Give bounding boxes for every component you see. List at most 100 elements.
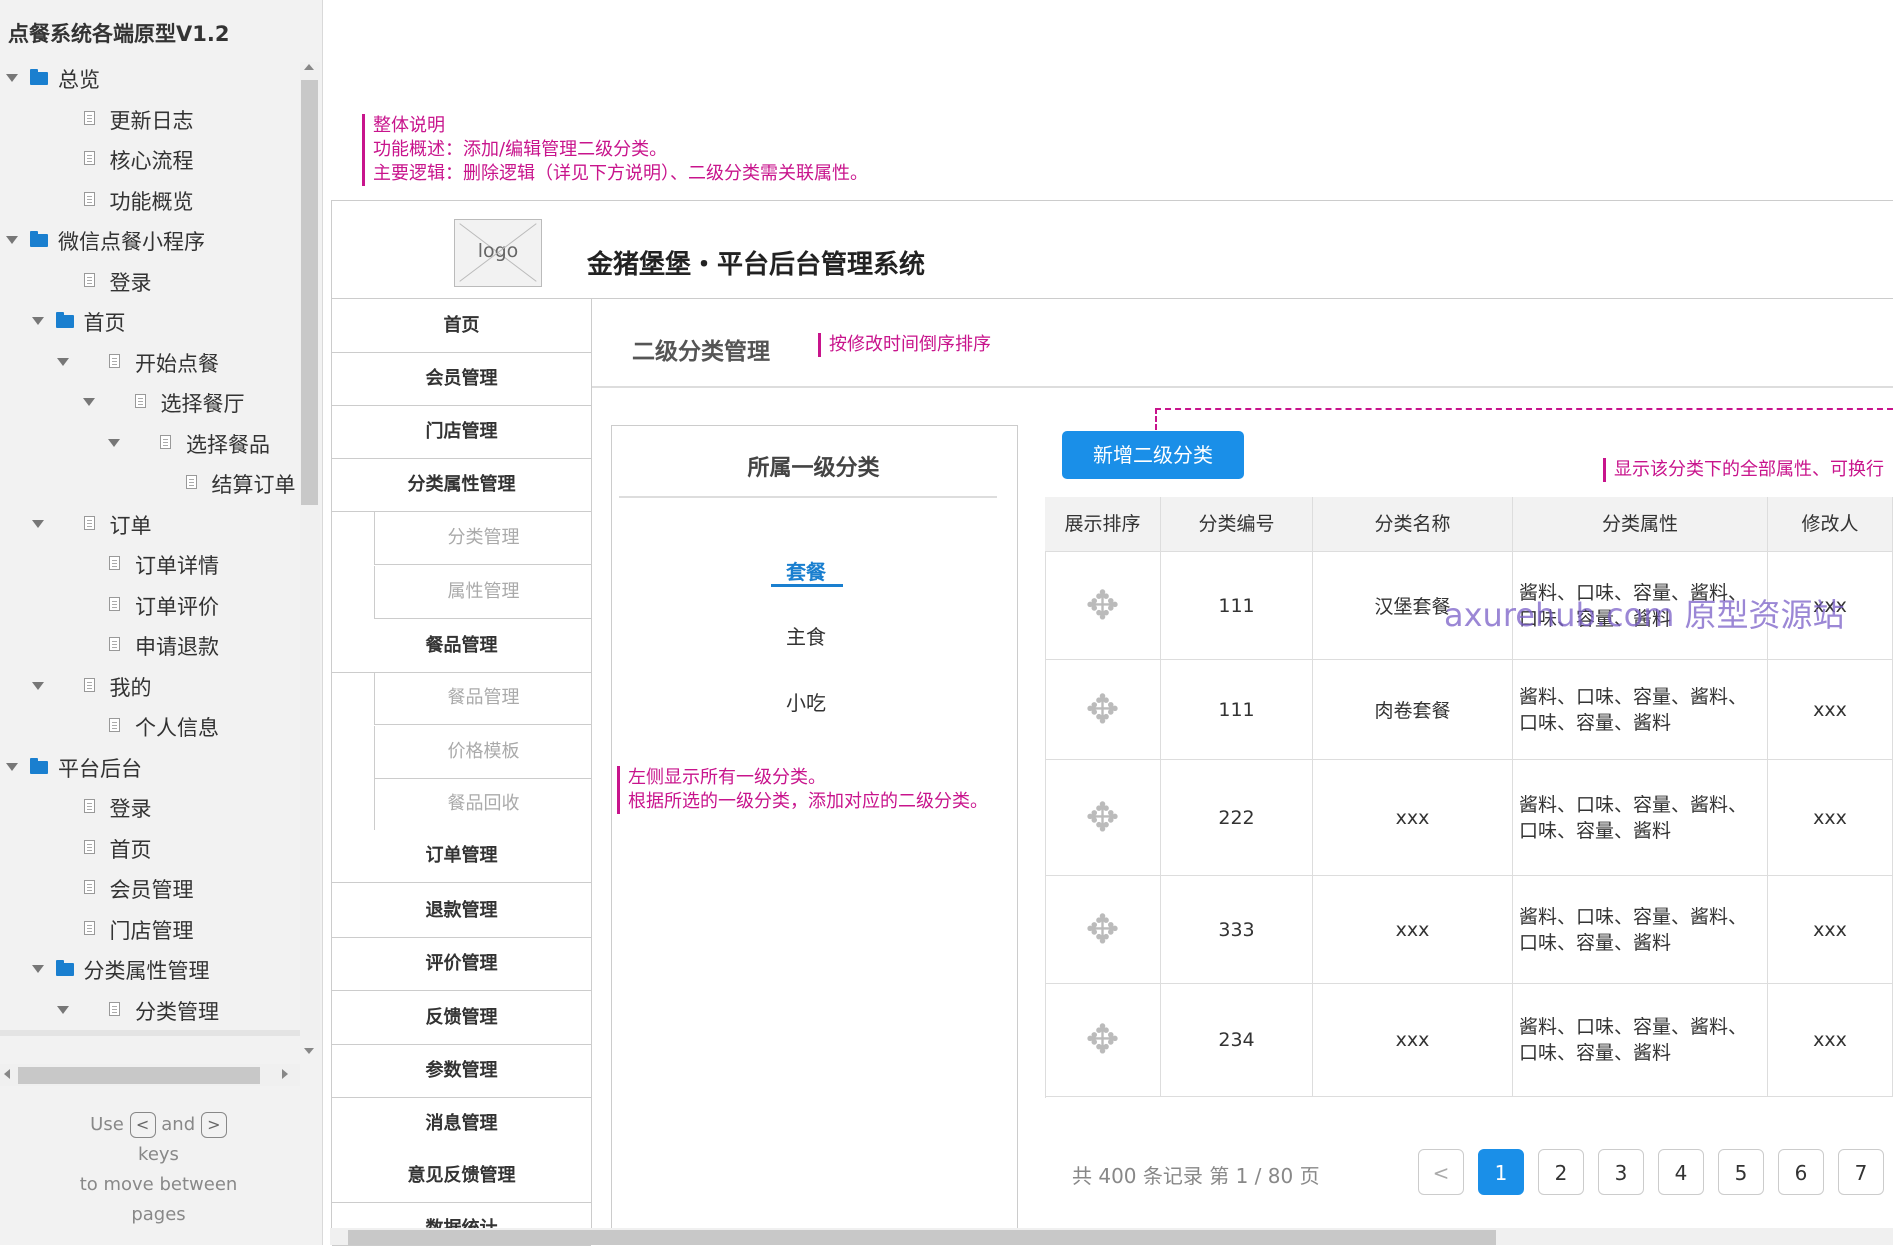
sitemap-item-label: 微信点餐小程序 xyxy=(58,230,205,254)
drag-handle-cell[interactable]: ✥ xyxy=(1045,552,1161,660)
expand-triangle-icon[interactable] xyxy=(31,681,44,690)
nav-item[interactable]: 反馈管理 xyxy=(332,992,591,1045)
drag-handle-cell[interactable]: ✥ xyxy=(1045,876,1161,984)
sitemap-item[interactable]: 申请退款 xyxy=(0,625,300,665)
scroll-right-arrow-icon[interactable] xyxy=(282,1069,288,1079)
sitemap-item[interactable]: 总览 xyxy=(0,58,300,98)
nav-item[interactable]: 退款管理 xyxy=(332,885,591,938)
sitemap-item[interactable]: 微信点餐小程序 xyxy=(0,220,300,260)
category-code-cell: 222 xyxy=(1161,760,1313,876)
sitemap-item-label: 订单详情 xyxy=(135,554,219,578)
expand-triangle-icon[interactable] xyxy=(6,74,18,82)
add-secondary-category-button[interactable]: 新增二级分类 xyxy=(1062,431,1244,479)
category-attrs-text: 酱料、口味、容量、酱料、 口味、容量、酱料 xyxy=(1519,1014,1747,1066)
sitemap-item[interactable]: 会员管理 xyxy=(0,868,300,908)
sitemap-item[interactable]: 核心流程 xyxy=(0,139,300,179)
category-attrs-text: 酱料、口味、容量、酱料、 口味、容量、酱料 xyxy=(1519,792,1747,844)
category-title-divider xyxy=(619,496,997,498)
pagination-page-button[interactable]: 5 xyxy=(1718,1149,1764,1195)
nav-item[interactable]: 分类属性管理 xyxy=(332,459,591,512)
scroll-left-arrow-icon[interactable] xyxy=(4,1069,10,1079)
nav-subitem[interactable]: 属性管理 xyxy=(374,566,592,619)
folder-icon xyxy=(55,312,74,328)
drag-handle-cell[interactable]: ✥ xyxy=(1045,660,1161,760)
nav-item[interactable]: 意见反馈管理 xyxy=(332,1150,591,1203)
category-code-cell: 111 xyxy=(1161,552,1313,660)
category-item-active[interactable]: 套餐 xyxy=(731,556,881,585)
annotation-connector xyxy=(1155,408,1893,410)
expand-triangle-icon[interactable] xyxy=(31,965,44,973)
sitemap-item[interactable]: 分类管理 xyxy=(0,990,300,1030)
scroll-up-arrow-icon[interactable] xyxy=(304,64,314,70)
sitemap-item[interactable]: 开始点餐 xyxy=(0,342,300,382)
page-icon xyxy=(83,151,95,165)
sitemap-item[interactable]: 登录 xyxy=(0,787,300,827)
page-icon xyxy=(83,880,95,894)
sitemap-item[interactable]: 门店管理 xyxy=(0,909,300,949)
move-handle-icon[interactable]: ✥ xyxy=(1086,586,1120,626)
overall-note-line: 功能概述：添加/编辑管理二级分类。 xyxy=(373,139,668,160)
attr-column-header: 分类属性 xyxy=(1513,497,1768,552)
sitemap-item[interactable]: 选择餐厅 xyxy=(0,382,300,422)
nav-subitem[interactable]: 分类管理 xyxy=(374,512,592,565)
nav-item[interactable]: 会员管理 xyxy=(332,353,591,406)
nav-subitem[interactable]: 餐品回收 xyxy=(374,778,592,831)
pagination-page-button[interactable]: 7 xyxy=(1838,1149,1884,1195)
pagination-page-button[interactable]: 6 xyxy=(1778,1149,1824,1195)
sitemap-item[interactable]: 首页 xyxy=(0,828,300,868)
sitemap-item[interactable]: 结算订单 xyxy=(0,463,300,503)
sitemap-item[interactable]: 平台后台 xyxy=(0,747,300,787)
expand-triangle-icon[interactable] xyxy=(6,236,18,244)
pagination-prev-button[interactable]: < xyxy=(1418,1149,1464,1195)
expand-triangle-icon[interactable] xyxy=(57,1005,69,1014)
category-item[interactable]: 小吃 xyxy=(731,687,881,716)
nav-item[interactable]: 餐品管理 xyxy=(332,620,591,673)
pagination-page-button[interactable]: 3 xyxy=(1598,1149,1644,1195)
sitemap-item[interactable]: 订单评价 xyxy=(0,585,300,625)
expand-triangle-icon[interactable] xyxy=(57,357,69,366)
expand-triangle-icon[interactable] xyxy=(82,398,95,406)
main-horizontal-scroll-thumb[interactable] xyxy=(348,1230,1496,1245)
sitemap-item[interactable]: 选择餐品 xyxy=(0,423,300,463)
sitemap-item[interactable]: 功能概览 xyxy=(0,180,300,220)
expand-triangle-icon[interactable] xyxy=(6,762,18,771)
category-item[interactable]: 主食 xyxy=(731,621,881,650)
nav-item[interactable]: 门店管理 xyxy=(332,406,591,459)
drag-handle-cell[interactable]: ✥ xyxy=(1045,760,1161,876)
nav-item[interactable]: 评价管理 xyxy=(332,938,591,991)
expand-triangle-icon[interactable] xyxy=(31,519,44,528)
nav-subitem[interactable]: 餐品管理 xyxy=(374,672,592,725)
move-handle-icon[interactable]: ✥ xyxy=(1086,1020,1120,1060)
sitemap-item[interactable]: 首页 xyxy=(0,301,300,341)
pagination-page-button[interactable]: 4 xyxy=(1658,1149,1704,1195)
title-divider xyxy=(592,386,1893,388)
pagination-page-button[interactable]: 1 xyxy=(1478,1149,1524,1195)
sitemap-item[interactable]: 二级分类 xyxy=(0,1030,300,1036)
move-handle-icon[interactable]: ✥ xyxy=(1086,910,1120,950)
nav-item[interactable]: 首页 xyxy=(332,300,591,353)
sitemap-horizontal-scroll-thumb[interactable] xyxy=(18,1067,260,1084)
nav-item[interactable]: 订单管理 xyxy=(332,830,591,883)
nav-item[interactable]: 参数管理 xyxy=(332,1045,591,1098)
move-handle-icon[interactable]: ✥ xyxy=(1086,690,1120,730)
left-key-icon: < xyxy=(129,1112,156,1138)
nav-item[interactable]: 消息管理 xyxy=(332,1098,591,1151)
sitemap-vertical-scroll-thumb[interactable] xyxy=(301,80,318,505)
sitemap-item[interactable]: 更新日志 xyxy=(0,99,300,139)
sitemap-item[interactable]: 登录 xyxy=(0,261,300,301)
sitemap-item[interactable]: 个人信息 xyxy=(0,706,300,746)
sort-column-header: 展示排序 xyxy=(1045,497,1161,552)
scroll-down-arrow-icon[interactable] xyxy=(304,1048,314,1054)
sitemap-item[interactable]: 订单 xyxy=(0,504,300,544)
sitemap-item[interactable]: 分类属性管理 xyxy=(0,949,300,989)
page-icon xyxy=(160,434,171,449)
pagination-page-button[interactable]: 2 xyxy=(1538,1149,1584,1195)
move-handle-icon[interactable]: ✥ xyxy=(1086,798,1120,838)
expand-triangle-icon[interactable] xyxy=(31,317,44,325)
drag-handle-cell[interactable]: ✥ xyxy=(1045,984,1161,1097)
sitemap-item[interactable]: 订单详情 xyxy=(0,544,300,584)
editor-cell: xxx xyxy=(1768,660,1893,760)
expand-triangle-icon[interactable] xyxy=(108,438,120,447)
nav-subitem[interactable]: 价格模板 xyxy=(374,726,592,779)
sitemap-item[interactable]: 我的 xyxy=(0,666,300,706)
